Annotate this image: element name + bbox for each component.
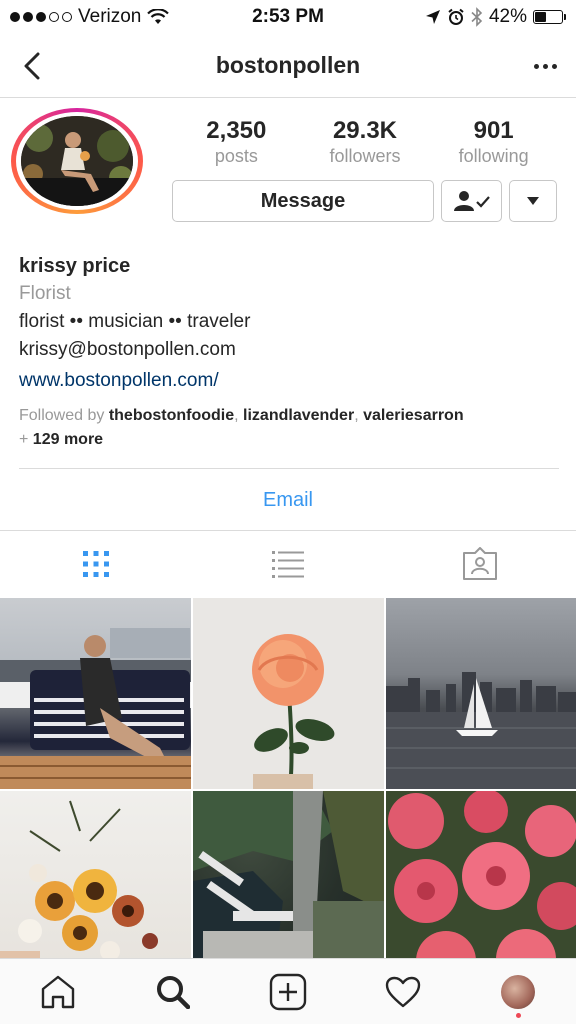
post-thumbnail[interactable] bbox=[0, 791, 191, 982]
bluetooth-icon bbox=[471, 7, 483, 27]
more-dot bbox=[542, 63, 548, 69]
divider bbox=[19, 468, 559, 469]
search-tab[interactable] bbox=[143, 962, 203, 1022]
stat-followers-value: 29.3K bbox=[332, 117, 397, 144]
stat-following-label: following bbox=[458, 146, 529, 166]
bio-email: krissy@bostonpollen.com bbox=[19, 339, 236, 360]
status-left: Verizon bbox=[10, 6, 170, 28]
more-prefix: + bbox=[19, 431, 29, 448]
post-thumbnail[interactable] bbox=[386, 791, 576, 982]
profile-stats: 2,350 posts 29.3K followers 901 followin… bbox=[172, 116, 558, 166]
more-dot bbox=[533, 63, 539, 69]
add-post-icon bbox=[269, 973, 307, 1010]
website-link[interactable]: www.bostonpollen.com/ bbox=[19, 366, 559, 396]
post-thumbnail[interactable] bbox=[193, 791, 384, 982]
battery-fill bbox=[535, 12, 546, 22]
post-thumbnail[interactable] bbox=[193, 598, 384, 789]
message-button[interactable]: Message bbox=[172, 180, 434, 222]
location-arrow-icon bbox=[425, 10, 440, 24]
post-grid bbox=[0, 598, 576, 982]
avatar-photo bbox=[21, 116, 133, 206]
status-bar: Verizon 2:53 PM 42% bbox=[0, 0, 576, 34]
bio-line-1: florist •• musician •• traveler bbox=[19, 311, 251, 332]
stat-posts-label: posts bbox=[214, 146, 258, 166]
stat-followers[interactable]: 29.3K followers bbox=[305, 116, 425, 166]
profile-tab[interactable] bbox=[488, 962, 548, 1022]
followed-by[interactable]: Followed by thebostonfoodie, lizandlaven… bbox=[19, 404, 559, 452]
back-button[interactable] bbox=[14, 48, 50, 84]
bottom-tab-bar bbox=[0, 958, 576, 1024]
wifi-icon bbox=[147, 9, 170, 24]
more-dot bbox=[551, 63, 557, 69]
alarm-icon bbox=[448, 8, 464, 25]
tagged-person-icon bbox=[463, 547, 497, 580]
new-post-tab[interactable] bbox=[258, 962, 318, 1022]
mutual-follower[interactable]: thebostonfoodie bbox=[109, 407, 234, 424]
caret-down-icon bbox=[527, 197, 539, 205]
stat-posts-value: 2,350 bbox=[206, 117, 267, 144]
tab-grid[interactable] bbox=[56, 534, 136, 594]
nav-bar: bostonpollen bbox=[0, 34, 576, 98]
home-icon bbox=[41, 975, 74, 1008]
post-thumbnail[interactable] bbox=[0, 598, 191, 789]
battery-percent: 42% bbox=[488, 6, 527, 27]
more-options-button[interactable] bbox=[530, 52, 560, 80]
email-button[interactable]: Email bbox=[0, 470, 576, 530]
full-name: krissy price bbox=[19, 255, 131, 277]
profile-avatar-small bbox=[501, 974, 536, 1009]
post-thumbnail[interactable] bbox=[386, 598, 576, 789]
person-check-icon bbox=[453, 191, 490, 211]
stat-following[interactable]: 901 following bbox=[434, 116, 554, 166]
grid-icon bbox=[83, 551, 109, 577]
profile-tabs bbox=[0, 531, 576, 597]
chevron-left-icon bbox=[24, 52, 40, 80]
mutual-follower[interactable]: valeriesarron bbox=[363, 407, 464, 424]
profile-bio: krissy price Florist florist •• musician… bbox=[19, 252, 559, 452]
signal-icon bbox=[10, 12, 72, 22]
mutual-follower[interactable]: lizandlavender bbox=[243, 407, 354, 424]
following-button[interactable] bbox=[441, 180, 502, 222]
tab-tagged[interactable] bbox=[440, 534, 520, 594]
status-right: 42% bbox=[425, 6, 566, 28]
followed-by-prefix: Followed by bbox=[19, 407, 105, 424]
nav-title: bostonpollen bbox=[215, 52, 361, 78]
stat-followers-label: followers bbox=[329, 146, 401, 166]
battery-icon bbox=[533, 10, 566, 24]
stat-posts[interactable]: 2,350 posts bbox=[176, 116, 296, 166]
home-tab[interactable] bbox=[28, 962, 88, 1022]
heart-icon bbox=[385, 976, 421, 1007]
profile-avatar[interactable] bbox=[11, 108, 143, 214]
stat-following-value: 901 bbox=[473, 117, 514, 144]
carrier-label: Verizon bbox=[78, 6, 142, 27]
category-label: Florist bbox=[19, 283, 71, 304]
suggested-dropdown-button[interactable] bbox=[509, 180, 557, 222]
activity-tab[interactable] bbox=[373, 962, 433, 1022]
more-followers[interactable]: 129 more bbox=[33, 431, 103, 448]
tab-list[interactable] bbox=[248, 534, 328, 594]
notification-dot bbox=[516, 1012, 522, 1018]
search-icon bbox=[156, 975, 190, 1009]
list-icon bbox=[272, 551, 304, 578]
